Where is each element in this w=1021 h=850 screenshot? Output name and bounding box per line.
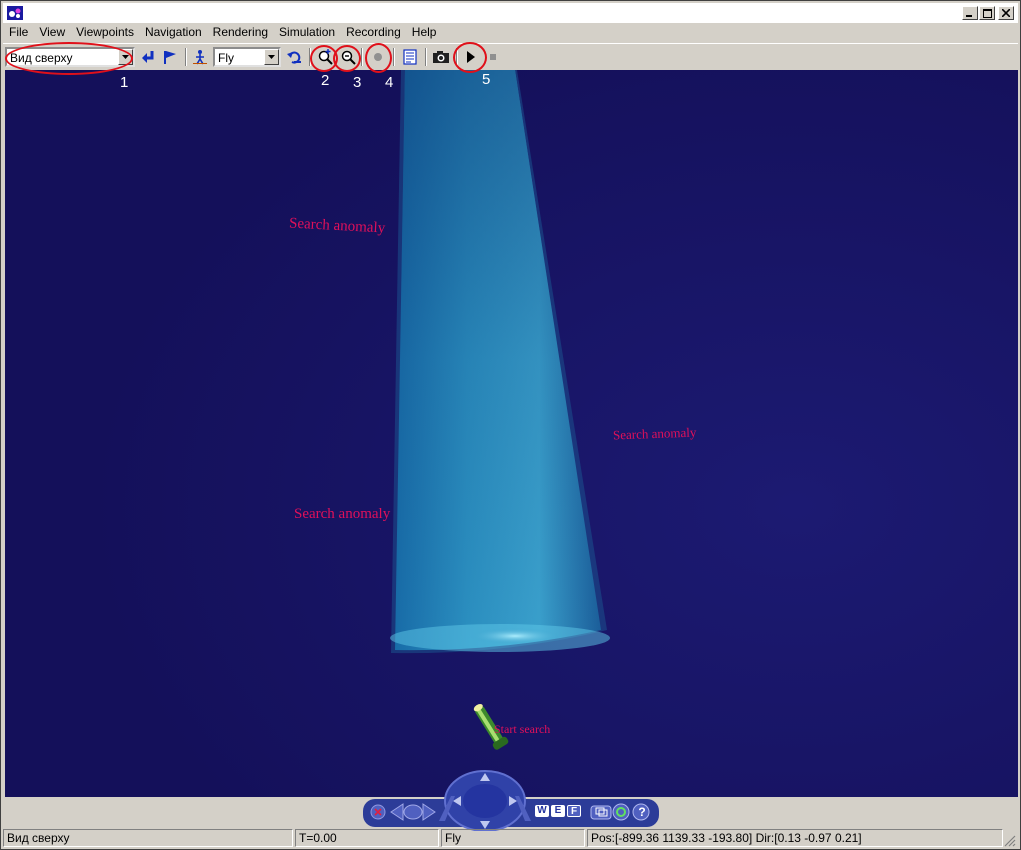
close-icon bbox=[1002, 9, 1010, 17]
toolbar-separator bbox=[185, 48, 187, 66]
status-position: Pos:[-899.36 1139.33 -193.80] Dir:[0.13 … bbox=[587, 829, 1003, 847]
resize-grip-icon[interactable] bbox=[1004, 835, 1016, 847]
snapshot-button[interactable] bbox=[430, 47, 452, 67]
flag-icon bbox=[164, 51, 176, 64]
stop-button[interactable] bbox=[485, 47, 501, 67]
undo-icon bbox=[287, 51, 301, 64]
scene-label-search-anomaly: Search anomaly bbox=[612, 424, 697, 443]
navigation-mode-select[interactable]: Fly bbox=[213, 47, 281, 67]
notes-button[interactable] bbox=[399, 47, 421, 67]
chevron-down-icon bbox=[268, 55, 275, 59]
scene-canvas bbox=[5, 70, 1018, 797]
zoom-out-icon bbox=[341, 50, 356, 65]
walk-button[interactable] bbox=[189, 47, 211, 67]
status-mode: Fly bbox=[441, 829, 585, 847]
menu-recording[interactable]: Recording bbox=[340, 23, 406, 42]
return-viewpoint-button[interactable] bbox=[137, 47, 159, 67]
toolbar-separator bbox=[361, 48, 363, 66]
navigator-w-button[interactable]: W bbox=[535, 805, 549, 817]
close-button[interactable] bbox=[998, 6, 1014, 20]
help-icon: ? bbox=[638, 805, 646, 819]
title-bar bbox=[3, 3, 1018, 23]
3d-viewport[interactable]: Search anomaly Search anomaly Search ano… bbox=[5, 70, 1018, 797]
minimize-icon bbox=[966, 15, 972, 17]
status-bar: Вид сверху T=0.00 Fly Pos:[-899.36 1139.… bbox=[3, 829, 1018, 848]
close-navigator-button[interactable] bbox=[370, 804, 386, 820]
notes-icon bbox=[403, 49, 417, 65]
navigator-controls bbox=[370, 770, 650, 831]
toolbar-separator bbox=[425, 48, 427, 66]
toolbar-separator bbox=[456, 48, 458, 66]
record-button[interactable] bbox=[367, 47, 389, 67]
zoom-out-button[interactable] bbox=[337, 47, 359, 67]
scene-label-start-search: Start search bbox=[494, 722, 551, 736]
settings-button[interactable] bbox=[612, 803, 630, 821]
navigator-f-button[interactable]: F bbox=[567, 805, 581, 817]
beam-glow bbox=[470, 628, 560, 644]
status-time: T=0.00 bbox=[295, 829, 439, 847]
navigation-mode-value: Fly bbox=[218, 51, 234, 65]
menu-rendering[interactable]: Rendering bbox=[207, 23, 273, 42]
annotation-label-3: 3 bbox=[353, 74, 362, 91]
vrml-player-icon bbox=[7, 6, 23, 20]
left-arrow-icon[interactable] bbox=[390, 803, 404, 821]
zoom-in-icon bbox=[318, 49, 333, 65]
record-icon bbox=[374, 53, 382, 61]
navigation-mode-dropdown-button[interactable] bbox=[264, 49, 279, 65]
orbit-icon[interactable] bbox=[403, 804, 423, 820]
return-arrow-icon bbox=[142, 51, 154, 63]
zoom-in-button[interactable] bbox=[314, 47, 336, 67]
viewpoint-select[interactable]: Вид сверху bbox=[5, 47, 135, 67]
menu-viewpoints[interactable]: Viewpoints bbox=[70, 23, 139, 42]
stop-icon bbox=[490, 54, 496, 60]
annotation-label-1: 1 bbox=[120, 74, 129, 91]
play-icon bbox=[467, 51, 475, 63]
toolbar-separator bbox=[393, 48, 395, 66]
menu-simulation[interactable]: Simulation bbox=[273, 23, 340, 42]
minimize-button[interactable] bbox=[962, 6, 978, 20]
play-button[interactable] bbox=[460, 47, 482, 67]
menu-view[interactable]: View bbox=[33, 23, 70, 42]
chevron-down-icon bbox=[122, 55, 129, 59]
maximize-button[interactable] bbox=[979, 6, 995, 20]
viewpoint-select-value: Вид сверху bbox=[10, 51, 73, 65]
menu-navigation[interactable]: Navigation bbox=[139, 23, 207, 42]
menu-help[interactable]: Help bbox=[406, 23, 442, 42]
toolbar: Вид сверху Fly bbox=[3, 43, 1018, 70]
annotation-label-2: 2 bbox=[321, 72, 330, 89]
navigator-e-button[interactable]: E bbox=[551, 805, 565, 817]
annotation-label-4: 4 bbox=[385, 74, 394, 91]
status-viewpoint: Вид сверху bbox=[3, 829, 293, 847]
menu-bar: File View Viewpoints Navigation Renderin… bbox=[3, 23, 1018, 42]
flag-button[interactable] bbox=[159, 47, 181, 67]
undo-move-button[interactable] bbox=[283, 47, 305, 67]
viewpoint-dropdown-button[interactable] bbox=[118, 49, 133, 65]
annotation-label-5: 5 bbox=[482, 71, 491, 88]
scene-label-search-anomaly: Search anomaly bbox=[294, 506, 391, 522]
camera-icon bbox=[433, 51, 449, 63]
right-arrow-icon[interactable] bbox=[422, 803, 436, 821]
menu-file[interactable]: File bbox=[3, 23, 33, 42]
navigator-mode-buttons: W E F bbox=[535, 805, 581, 817]
app-window: File View Viewpoints Navigation Renderin… bbox=[0, 0, 1021, 850]
walk-icon bbox=[193, 50, 207, 65]
toolbar-separator bbox=[309, 48, 311, 66]
maximize-icon bbox=[982, 8, 992, 18]
